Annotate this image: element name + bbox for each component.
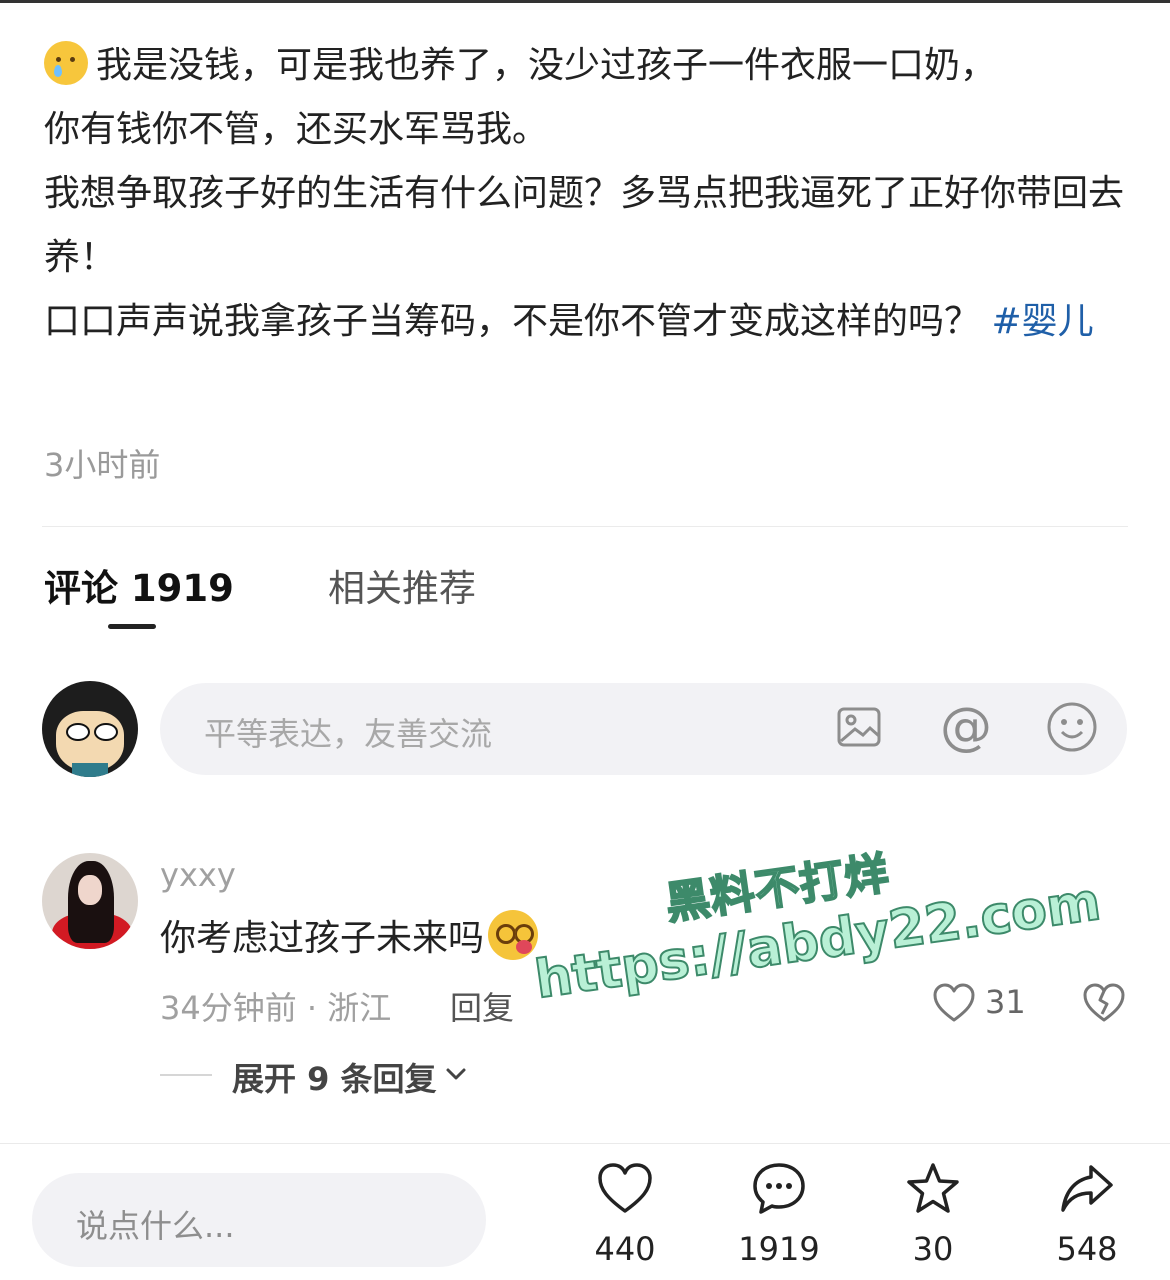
favorite-count: 30 <box>912 1230 954 1268</box>
divider <box>42 526 1128 527</box>
broken-heart-icon[interactable] <box>1082 982 1126 1024</box>
tab-active-indicator <box>108 624 156 629</box>
avatar-face <box>56 711 124 771</box>
comment-button[interactable]: 1919 <box>719 1160 839 1268</box>
share-button[interactable]: 548 <box>1027 1160 1147 1268</box>
post-text-1: 我是没钱，可是我也养了，没少过孩子一件衣服一口奶， <box>96 45 997 86</box>
tab-related[interactable]: 相关推荐 <box>328 558 476 612</box>
avatar[interactable] <box>42 681 138 777</box>
comment-input-placeholder: 平等表达，友善交流 <box>204 715 493 753</box>
comment-username[interactable]: yxxy <box>160 856 236 894</box>
chevron-down-icon[interactable] <box>442 1060 470 1088</box>
post-time: 3小时前 <box>44 446 161 484</box>
post-line-1: 我是没钱，可是我也养了，没少过孩子一件衣服一口奶， <box>44 34 1129 98</box>
heart-icon[interactable] <box>932 982 976 1024</box>
expand-replies-button[interactable]: 展开 9 条回复 <box>232 1054 437 1100</box>
avatar-eye <box>94 723 118 741</box>
at-icon[interactable]: @ <box>940 695 992 759</box>
heart-icon <box>598 1163 652 1213</box>
favorite-button[interactable]: 30 <box>873 1160 993 1268</box>
post-line-4: 口口声声说我拿孩子当筹码，不是你不管才变成这样的吗？ #婴儿 <box>44 290 1129 354</box>
commenter-avatar[interactable] <box>42 853 138 949</box>
image-icon[interactable] <box>837 705 881 749</box>
star-icon <box>907 1163 959 1213</box>
comment-text-content: 你考虑过孩子未来吗 <box>160 918 485 959</box>
hashtag-link[interactable]: #婴儿 <box>991 301 1093 342</box>
post-body: 我是没钱，可是我也养了，没少过孩子一件衣服一口奶， 你有钱你不管，还买水军骂我。… <box>44 34 1129 354</box>
reply-button[interactable]: 回复 <box>450 983 514 1029</box>
tab-comments[interactable]: 评论 1919 <box>44 558 234 612</box>
share-arrow-icon <box>1061 1165 1113 1212</box>
post-line-3: 我想争取孩子好的生活有什么问题？多骂点把我逼死了正好你带回去养！ <box>44 173 1125 278</box>
top-border <box>0 0 1170 3</box>
smiley-icon[interactable] <box>1046 701 1098 753</box>
comment-input[interactable]: 平等表达，友善交流 @ <box>160 683 1127 775</box>
expand-divider <box>160 1074 212 1076</box>
post-text-4: 口口声声说我拿孩子当筹码，不是你不管才变成这样的吗？ <box>44 301 981 342</box>
comment-like-count: 31 <box>985 983 1026 1021</box>
comment-meta: 34分钟前 · 浙江 <box>160 989 392 1027</box>
comment-count: 1919 <box>738 1230 820 1268</box>
avatar-eye <box>66 723 90 741</box>
comment-text: 你考虑过孩子未来吗 <box>160 910 539 967</box>
crying-face-emoji <box>44 41 88 85</box>
post-line-2: 你有钱你不管，还买水军骂我。 <box>44 109 549 150</box>
chat-bubble-icon <box>753 1163 805 1214</box>
bottom-bar-divider <box>0 1143 1170 1144</box>
watermark-title: 黑料不打烊 <box>662 847 894 931</box>
bottom-input-placeholder: 说点什么... <box>76 1207 235 1245</box>
like-count: 440 <box>594 1230 656 1268</box>
avatar-collar <box>72 763 108 777</box>
share-count: 548 <box>1056 1230 1118 1268</box>
like-button[interactable]: 440 <box>565 1160 685 1268</box>
avatar-face <box>78 875 102 905</box>
bottom-comment-input[interactable]: 说点什么... <box>32 1173 486 1267</box>
dizzy-face-emoji <box>488 910 539 960</box>
